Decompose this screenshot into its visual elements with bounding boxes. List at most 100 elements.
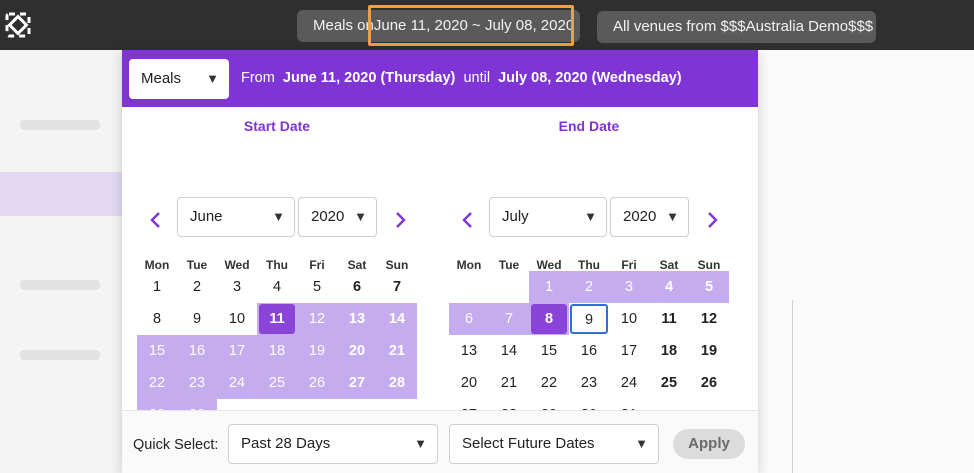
range-summary: From June 11, 2020 (Thursday) until July…	[241, 70, 682, 86]
calendar-day[interactable]: 3	[217, 271, 257, 303]
day-number: 15	[148, 343, 166, 359]
day-number: 21	[388, 343, 406, 359]
day-number: 20	[460, 375, 478, 391]
calendar-day[interactable]: 17	[217, 335, 257, 367]
calendar-day[interactable]: 6	[449, 303, 489, 335]
popup-footer: Quick Select: Past 28 Days ▼ Select Futu…	[122, 410, 758, 473]
calendar-day[interactable]: 27	[337, 367, 377, 399]
day-number: 5	[312, 279, 322, 295]
calendar-day[interactable]: 19	[297, 335, 337, 367]
calendar-day[interactable]: 17	[609, 335, 649, 367]
end-year-select[interactable]: 2020 ▼	[610, 197, 689, 237]
background-divider	[792, 300, 793, 473]
top-bar: Meals onJune 11, 2020 ~ July 08, 2020 Al…	[0, 0, 974, 50]
calendar-day[interactable]: 25	[649, 367, 689, 399]
day-number: 7	[504, 311, 514, 327]
calendar-day[interactable]: 24	[609, 367, 649, 399]
day-number: 24	[620, 375, 638, 391]
from-date: June 11, 2020 (Thursday)	[282, 70, 456, 86]
calendar-day[interactable]: 20	[449, 367, 489, 399]
calendar-day[interactable]: 6	[337, 271, 377, 303]
calendar-day[interactable]: 14	[377, 303, 417, 335]
calendar-day[interactable]: 22	[529, 367, 569, 399]
calendar-day[interactable]: 26	[689, 367, 729, 399]
chevron-left-icon[interactable]	[461, 209, 473, 235]
calendar-day[interactable]: 18	[257, 335, 297, 367]
apply-button[interactable]: Apply	[673, 429, 745, 459]
day-number: 1	[152, 279, 162, 295]
chevron-right-icon[interactable]	[395, 209, 407, 235]
highlight-box	[368, 5, 574, 46]
calendar-day[interactable]: 11	[649, 303, 689, 335]
calendar-day[interactable]: 8	[137, 303, 177, 335]
calendar-day[interactable]: 26	[297, 367, 337, 399]
calendar-day[interactable]: 19	[689, 335, 729, 367]
calendar-day[interactable]: 21	[377, 335, 417, 367]
start-year-select[interactable]: 2020 ▼	[298, 197, 377, 237]
calendar-day[interactable]: 3	[609, 271, 649, 303]
chevron-down-icon: ▼	[206, 71, 219, 86]
calendar-day[interactable]: 16	[177, 335, 217, 367]
day-number: 26	[700, 375, 718, 391]
weekday-header: Tue	[498, 258, 520, 272]
start-year-value: 2020	[311, 208, 345, 225]
calendar-day[interactable]: 11	[257, 303, 297, 335]
day-number: 25	[268, 375, 286, 391]
calendar-day[interactable]: 15	[529, 335, 569, 367]
calendar-day[interactable]: 5	[297, 271, 337, 303]
venue-selector-button[interactable]: All venues from $$$Australia Demo$$$	[597, 11, 876, 43]
chevron-right-icon[interactable]	[707, 209, 719, 235]
calendar-day[interactable]: 1	[529, 271, 569, 303]
end-month-select[interactable]: July ▼	[489, 197, 607, 237]
calendar-day[interactable]: 15	[137, 335, 177, 367]
calendar-day[interactable]: 5	[689, 271, 729, 303]
calendar-day[interactable]: 9	[569, 303, 609, 335]
calendar-day[interactable]: 25	[257, 367, 297, 399]
app-logo-icon[interactable]	[5, 12, 31, 38]
quick-select-dropdown[interactable]: Past 28 Days ▼	[228, 424, 438, 464]
calendar-day[interactable]: 21	[489, 367, 529, 399]
weekday-header: Mon	[456, 258, 482, 272]
calendar-day[interactable]: 16	[569, 335, 609, 367]
calendar-day[interactable]: 23	[569, 367, 609, 399]
day-number: 17	[620, 343, 638, 359]
calendar-day[interactable]: 14	[489, 335, 529, 367]
calendar-day[interactable]: 10	[217, 303, 257, 335]
chevron-left-icon[interactable]	[149, 209, 161, 235]
calendar-day[interactable]: 1	[137, 271, 177, 303]
calendar-day[interactable]: 9	[177, 303, 217, 335]
day-number: 11	[259, 304, 295, 334]
day-number: 27	[348, 375, 366, 391]
until-label: until	[463, 70, 491, 86]
calendar-day[interactable]: 7	[489, 303, 529, 335]
calendar-day[interactable]: 24	[217, 367, 257, 399]
calendar-day[interactable]: 28	[377, 367, 417, 399]
calendar-day[interactable]: 10	[609, 303, 649, 335]
calendar-day[interactable]: 18	[649, 335, 689, 367]
calendar-day[interactable]: 22	[137, 367, 177, 399]
day-number: 18	[660, 343, 678, 359]
day-number: 23	[580, 375, 598, 391]
calendar-day[interactable]: 13	[337, 303, 377, 335]
type-select[interactable]: Meals ▼	[129, 59, 229, 99]
weekday-header: Thu	[266, 258, 288, 272]
weekday-header: Sun	[385, 258, 409, 272]
calendar-day[interactable]: 12	[689, 303, 729, 335]
weekday-header: Fri	[621, 258, 637, 272]
calendar-day[interactable]: 7	[377, 271, 417, 303]
calendar-day[interactable]: 2	[177, 271, 217, 303]
end-date-title: End Date	[558, 118, 620, 134]
calendar-day[interactable]: 20	[337, 335, 377, 367]
start-month-select[interactable]: June ▼	[177, 197, 295, 237]
calendar-day[interactable]: 12	[297, 303, 337, 335]
calendar-day[interactable]: 2	[569, 271, 609, 303]
future-dates-dropdown[interactable]: Select Future Dates ▼	[449, 424, 659, 464]
calendar-day[interactable]: 13	[449, 335, 489, 367]
end-year-value: 2020	[623, 208, 657, 225]
day-number: 10	[620, 311, 638, 327]
calendar-day[interactable]: 8	[529, 303, 569, 335]
calendar-day[interactable]: 4	[649, 271, 689, 303]
calendar-day[interactable]: 4	[257, 271, 297, 303]
day-number: 13	[348, 311, 366, 327]
calendar-day[interactable]: 23	[177, 367, 217, 399]
